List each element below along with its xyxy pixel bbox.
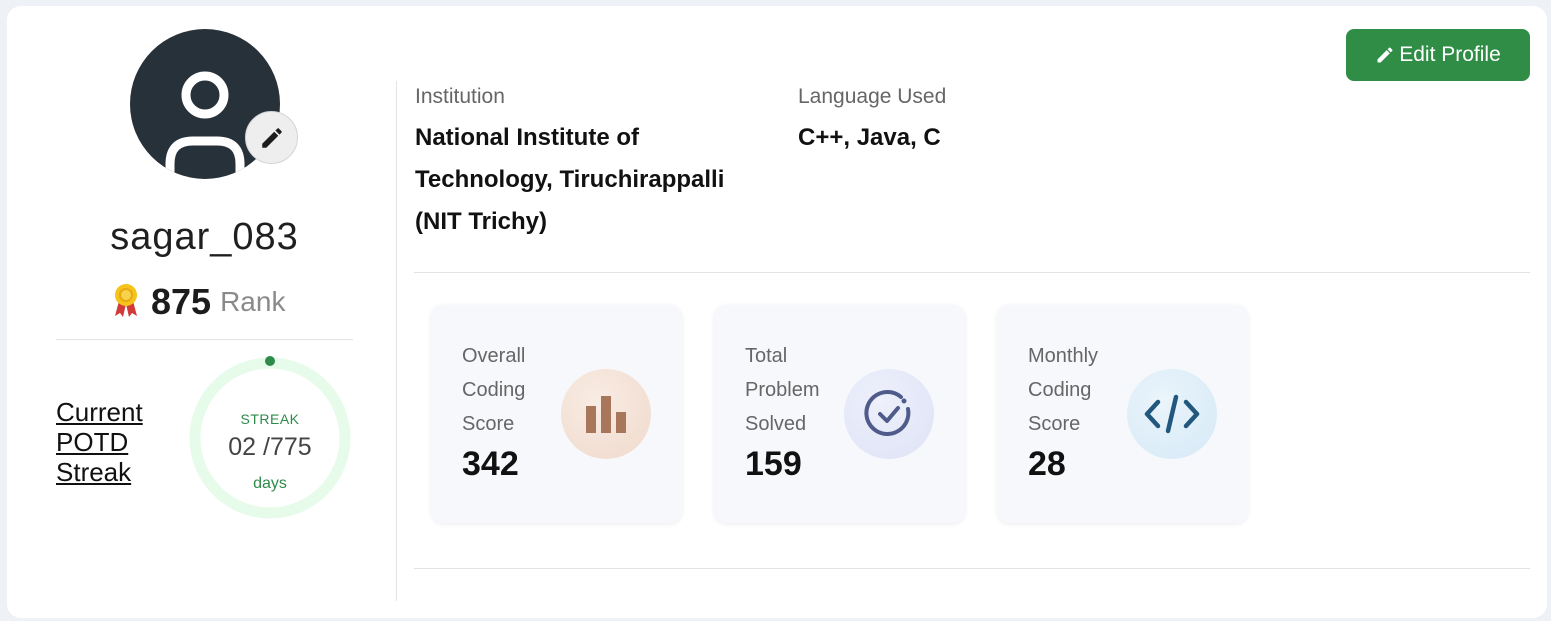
- pencil-icon: [1377, 47, 1393, 63]
- divider: [414, 568, 1530, 569]
- bar-chart-icon: [561, 369, 651, 459]
- pencil-icon: [261, 127, 282, 148]
- profile-card: sagar_083 875 Rank Current POTD Streak S…: [7, 6, 1547, 618]
- username: sagar_083: [110, 216, 299, 258]
- stat-card-monthly-score: Monthly Coding Score 28: [997, 305, 1248, 523]
- language-label: Language Used: [798, 85, 947, 108]
- language-value: C++, Java, C: [798, 124, 941, 151]
- institution-line: Technology, Tiruchirappalli: [415, 166, 725, 193]
- avatar-edit-button[interactable]: [245, 111, 298, 164]
- stat-value: 159: [745, 445, 802, 483]
- streak-label: STREAK: [240, 411, 300, 427]
- rank-value: 875: [151, 281, 212, 322]
- stat-label: Total Problem Solved: [745, 345, 820, 435]
- vertical-divider: [396, 81, 397, 601]
- stat-label: Overall Coding Score: [462, 345, 526, 435]
- institution-value: National Institute of Technology, Tiruch…: [415, 117, 724, 243]
- rank-row: 875 Rank: [111, 281, 285, 323]
- potd-streak-link[interactable]: Current POTD Streak: [56, 397, 176, 487]
- edit-profile-button[interactable]: Edit Profile: [1346, 29, 1530, 81]
- divider: [56, 339, 353, 340]
- streak-display: STREAK 02 /775 days: [187, 355, 353, 521]
- code-icon: [1127, 369, 1217, 459]
- stat-label: Monthly Coding Score: [1028, 345, 1099, 435]
- stat-value: 28: [1028, 445, 1066, 483]
- streak-value: 02 /775: [228, 433, 312, 461]
- divider: [414, 272, 1530, 273]
- institution-line: National Institute of: [415, 124, 639, 151]
- stat-value: 342: [462, 445, 519, 483]
- check-circle-icon: [844, 369, 934, 459]
- rank-label: Rank: [220, 286, 286, 317]
- stat-card-problems-solved: Total Problem Solved 159: [714, 305, 965, 523]
- institution-label: Institution: [415, 85, 505, 108]
- edit-profile-label: Edit Profile: [1399, 43, 1501, 66]
- institution-line: (NIT Trichy): [415, 208, 548, 235]
- medal-icon: [111, 282, 141, 323]
- streak-unit: days: [253, 475, 287, 492]
- stat-card-overall-score: Overall Coding Score 342: [431, 305, 682, 523]
